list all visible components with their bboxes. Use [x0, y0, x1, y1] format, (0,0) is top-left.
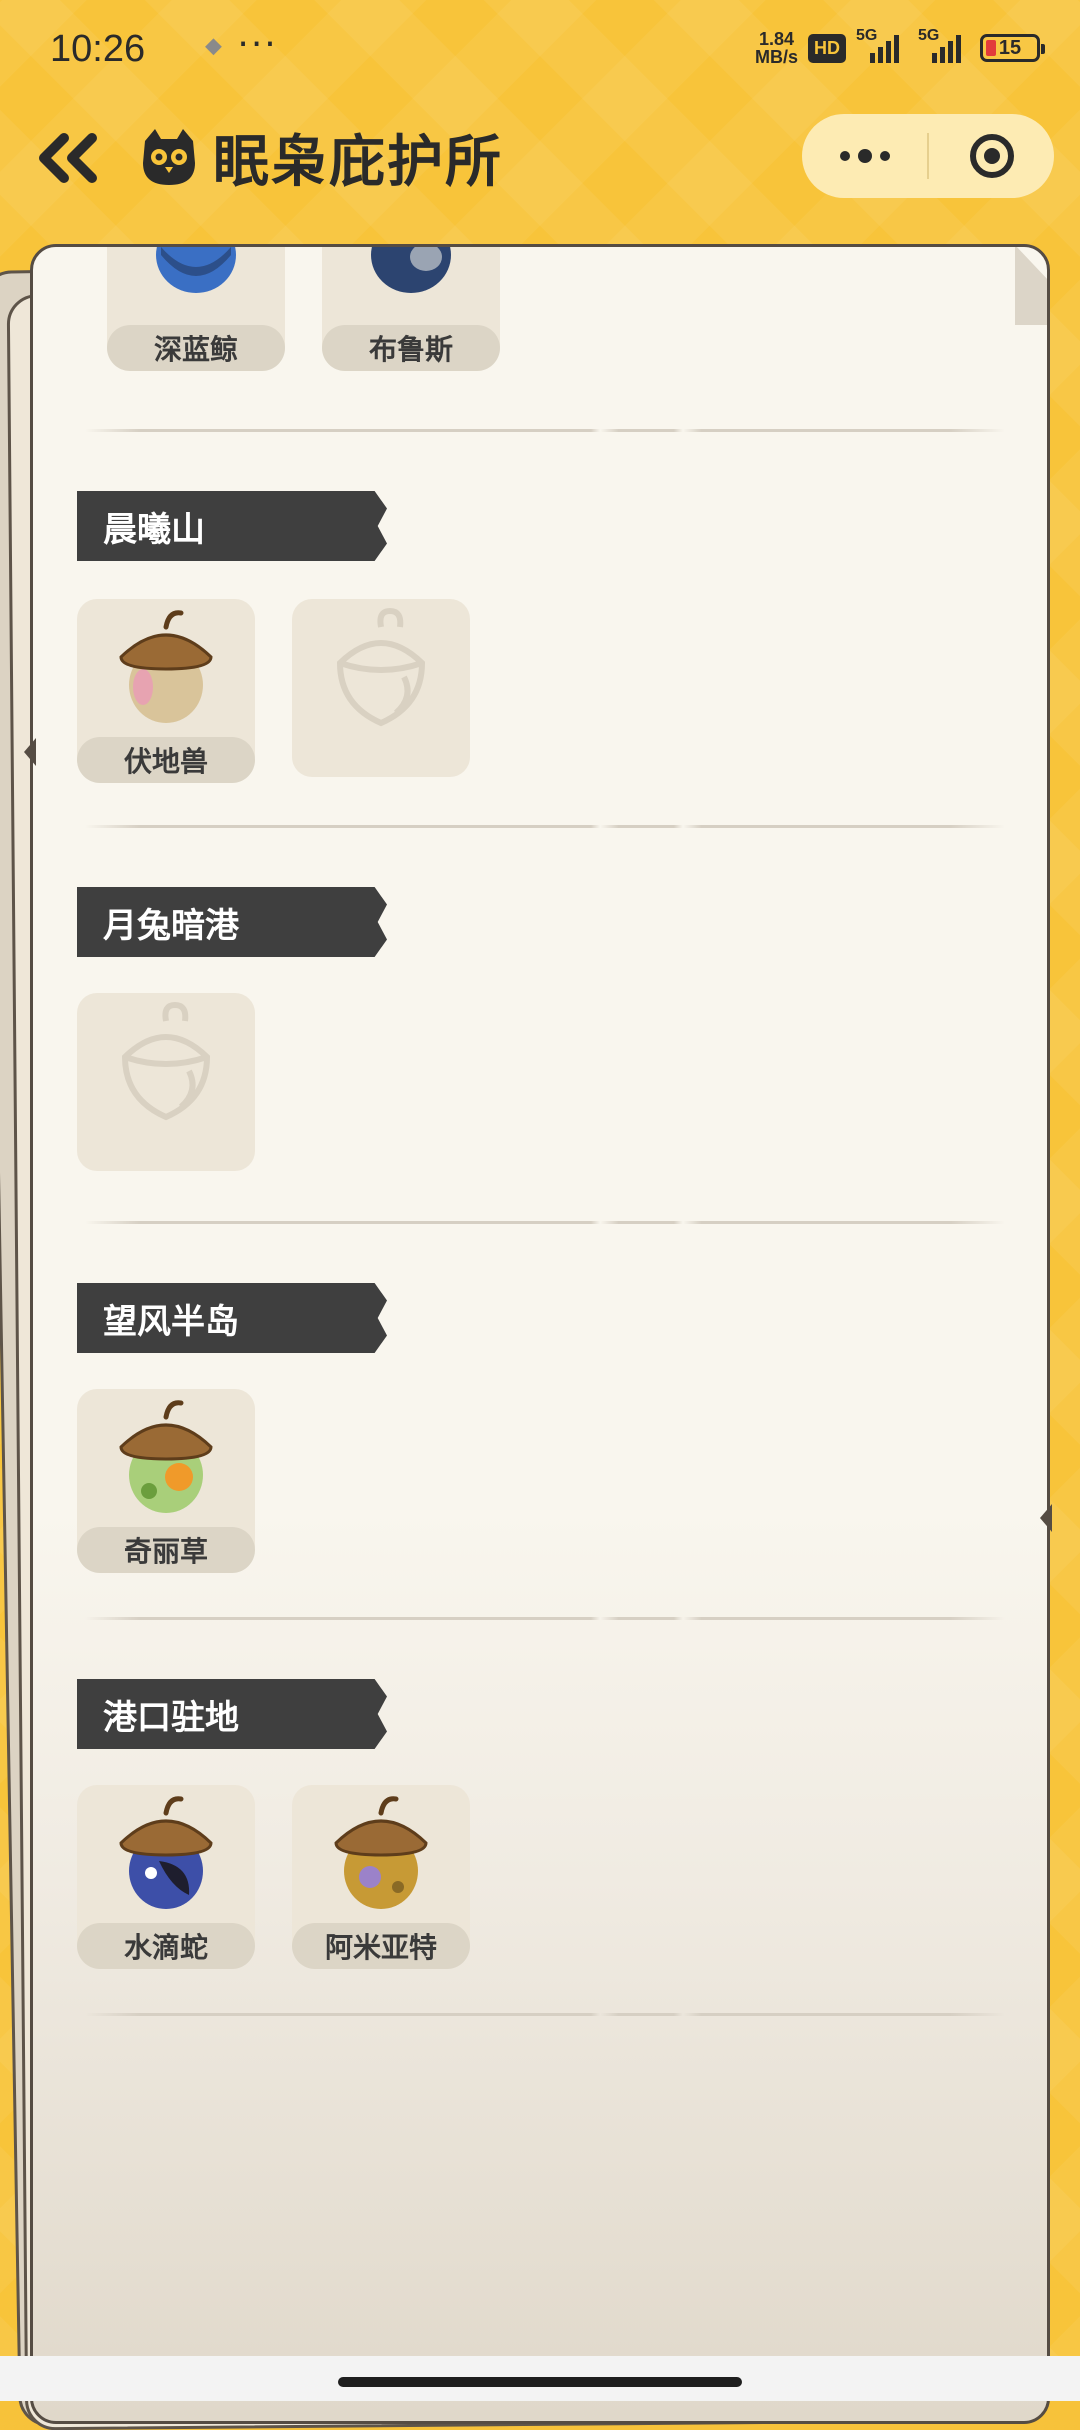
creature-card[interactable]: 奇丽草: [77, 1389, 255, 1573]
creature-card[interactable]: 水滴蛇: [77, 1785, 255, 1969]
status-indicators: 1.84 MB/s HD 5G 5G 15: [754, 27, 1045, 67]
hd-badge: HD: [808, 33, 846, 63]
section-divider: [85, 825, 1005, 828]
header-title-group: 眠枭庇护所: [135, 122, 503, 195]
acorn-creature-icon: [119, 610, 213, 723]
section-divider: [85, 1617, 1005, 1620]
acorn-placeholder-icon: [121, 1001, 211, 1121]
creature-name: 阿米亚特: [292, 1923, 470, 1969]
acorn-creature-icon: [334, 1796, 428, 1909]
creature-card-locked[interactable]: [77, 993, 255, 1171]
signal-icon: 5G: [856, 27, 908, 63]
creature-card-locked[interactable]: [292, 599, 470, 777]
creature-card[interactable]: 伏地兽: [77, 599, 255, 783]
region-tag: 晨曦山: [77, 491, 387, 561]
creature-name: 深蓝鲸: [107, 325, 285, 371]
page-title: 眠枭庇护所: [213, 129, 503, 195]
network-speed: 1.84 MB/s: [754, 29, 798, 67]
signal-icon: 5G: [918, 27, 970, 63]
status-time: 10:26: [50, 28, 146, 70]
collection-panel[interactable]: 深蓝鲸 布鲁斯 晨曦山 伏地兽 月兔暗港 望风半岛 奇丽草 港口驻地 水滴蛇 阿…: [30, 244, 1050, 2424]
paper-notch-left: [24, 738, 36, 766]
more-button[interactable]: [802, 114, 927, 198]
acorn-creature-icon: [119, 1796, 213, 1909]
section-divider: [85, 1221, 1005, 1224]
back-button[interactable]: [28, 118, 108, 198]
acorn-creature-icon: [119, 1400, 213, 1513]
creature-card[interactable]: 阿米亚特: [292, 1785, 470, 1969]
creature-name: 伏地兽: [77, 737, 255, 783]
status-bar: 10:26 ◆ ··· 1.84 MB/s HD 5G 5G 15: [0, 0, 1080, 100]
creature-name: 奇丽草: [77, 1527, 255, 1573]
status-extra: ◆ ···: [205, 24, 278, 65]
acorn-creature-icon: [371, 247, 451, 293]
acorn-placeholder-icon: [336, 607, 426, 727]
section-divider: [85, 429, 1005, 432]
creature-name: 水滴蛇: [77, 1923, 255, 1969]
region-tag: 月兔暗港: [77, 887, 387, 957]
notification-icon: ◆: [205, 33, 224, 59]
double-chevron-left-icon: [39, 133, 97, 183]
owl-logo-icon: [143, 129, 195, 185]
section-divider: [85, 2013, 1005, 2016]
mini-program-capsule: [802, 114, 1054, 198]
paper-notch-right: [1040, 1504, 1052, 1532]
acorn-creature-icon: [156, 247, 236, 293]
region-tag: 望风半岛: [77, 1283, 387, 1353]
target-icon: [969, 134, 1014, 178]
close-target-button[interactable]: [929, 114, 1054, 198]
battery-icon: 15: [980, 34, 1045, 62]
home-indicator[interactable]: [338, 2377, 742, 2387]
region-tag: 港口驻地: [77, 1679, 387, 1749]
creature-card[interactable]: 布鲁斯: [322, 247, 500, 371]
paper-fold-corner: [1015, 247, 1047, 325]
creature-card[interactable]: 深蓝鲸: [107, 247, 285, 371]
more-dots-icon: [839, 149, 890, 163]
creature-name: 布鲁斯: [322, 325, 500, 371]
